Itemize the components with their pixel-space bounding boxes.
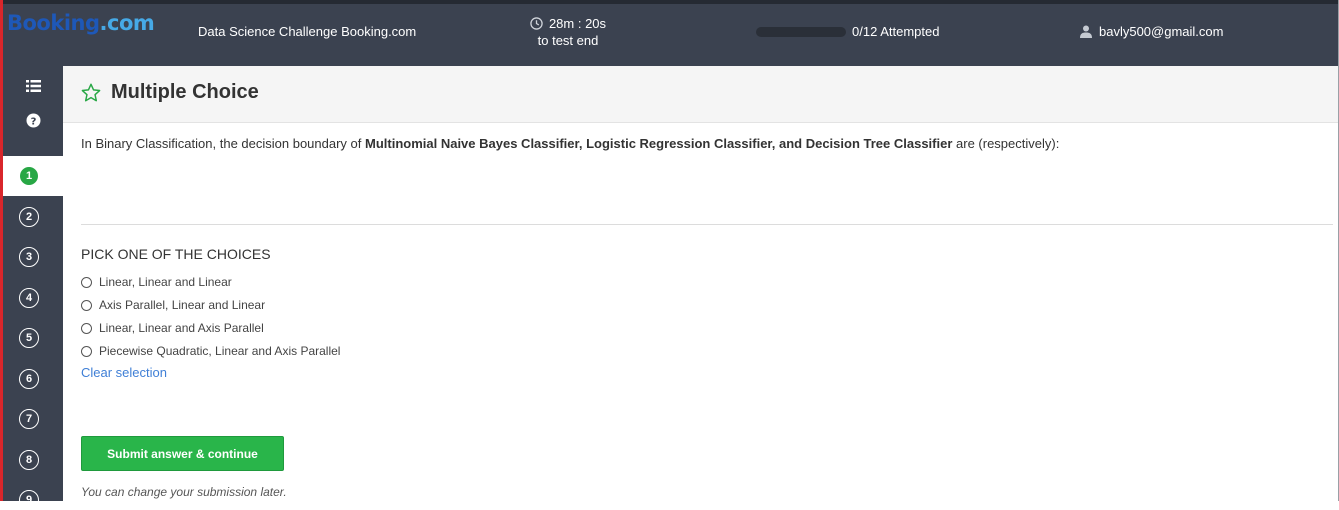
svg-text:?: ? <box>30 116 36 127</box>
question-nav-2[interactable]: 2 <box>19 207 39 227</box>
question-nav-1[interactable]: 1 <box>20 167 38 185</box>
user-icon <box>1080 25 1092 38</box>
attempted-count: 0/12 Attempted <box>852 24 940 39</box>
booking-logo[interactable]: Booking.com <box>7 10 155 36</box>
radio-button[interactable] <box>81 322 92 334</box>
logo-text-com: .com <box>99 11 155 35</box>
submission-note: You can change your submission later. <box>81 485 287 499</box>
help-icon: ? <box>26 113 40 128</box>
timer-label: to test end <box>537 33 599 48</box>
question-sidebar: ? 1 2 3 4 5 6 7 8 9 <box>3 66 63 510</box>
page-title: Multiple Choice <box>111 81 259 103</box>
question-nav-8[interactable]: 8 <box>19 450 39 470</box>
question-nav-9[interactable]: 9 <box>19 490 39 510</box>
challenge-title: Data Science Challenge Booking.com <box>198 24 417 39</box>
question-nav-3[interactable]: 3 <box>19 247 39 267</box>
list-icon <box>25 80 41 92</box>
question-list-button[interactable] <box>3 80 63 92</box>
timer: 28m : 20s to test end <box>523 15 613 49</box>
top-bar-strip <box>3 0 1338 4</box>
question-header: Multiple Choice <box>63 66 1338 123</box>
radio-button[interactable] <box>81 299 92 311</box>
question-bold: Multinomial Naive Bayes Classifier, Logi… <box>365 136 953 151</box>
question-suffix: are (respectively): <box>952 136 1060 151</box>
attempt-progress-bar <box>756 27 846 37</box>
question-prefix: In Binary Classification, the decision b… <box>81 136 365 151</box>
choice-option-2[interactable]: Axis Parallel, Linear and Linear <box>81 297 265 313</box>
pick-label: PICK ONE OF THE CHOICES <box>81 246 271 262</box>
user-email: bavly500@gmail.com <box>1099 24 1224 39</box>
question-nav-4[interactable]: 4 <box>19 288 39 308</box>
user-menu[interactable]: bavly500@gmail.com <box>1080 23 1223 40</box>
question-text: In Binary Classification, the decision b… <box>81 135 1059 152</box>
choice-label: Linear, Linear and Linear <box>99 275 232 289</box>
clock-icon <box>530 17 543 30</box>
divider <box>81 224 1333 225</box>
choice-option-4[interactable]: Piecewise Quadratic, Linear and Axis Par… <box>81 343 340 359</box>
choice-label: Piecewise Quadratic, Linear and Axis Par… <box>99 344 341 358</box>
choice-option-3[interactable]: Linear, Linear and Axis Parallel <box>81 320 264 336</box>
question-nav-5[interactable]: 5 <box>19 328 39 348</box>
question-content: Multiple Choice In Binary Classification… <box>63 66 1338 501</box>
radio-button[interactable] <box>81 345 92 357</box>
question-nav-7[interactable]: 7 <box>19 409 39 429</box>
submit-answer-button[interactable]: Submit answer & continue <box>81 436 284 471</box>
choice-option-1[interactable]: Linear, Linear and Linear <box>81 274 232 290</box>
timer-value: 28m : 20s <box>548 16 607 31</box>
radio-button[interactable] <box>81 276 92 288</box>
star-icon[interactable] <box>80 82 102 104</box>
top-bar: Booking.com Data Science Challenge Booki… <box>3 0 1338 66</box>
choice-label: Axis Parallel, Linear and Linear <box>99 298 266 312</box>
clear-selection-link[interactable]: Clear selection <box>81 364 167 381</box>
logo-text-booking: Booking <box>7 11 100 35</box>
help-button[interactable]: ? <box>3 113 63 128</box>
choice-label: Linear, Linear and Axis Parallel <box>99 321 264 335</box>
question-nav-6[interactable]: 6 <box>19 369 39 389</box>
